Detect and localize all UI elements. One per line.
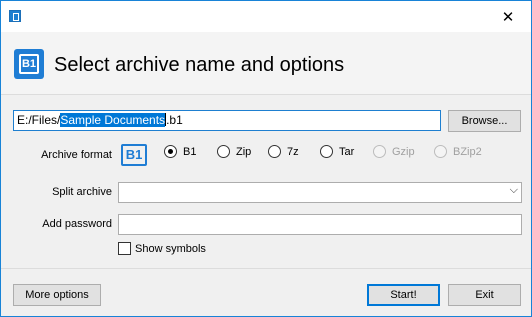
archive-path-input[interactable]: E:/Files/Sample Documents.b1 [13,110,441,131]
radio-dot [320,145,333,158]
start-button[interactable]: Start! [367,284,440,306]
close-button[interactable]: ✕ [485,1,531,32]
radio-label: Zip [236,145,252,158]
show-symbols-label: Show symbols [135,242,206,255]
radio-zip[interactable]: Zip [217,145,251,158]
radio-label: 7z [287,145,299,158]
path-selected-text: Sample Documents [60,113,166,127]
path-suffix: .b1 [166,113,183,127]
path-prefix: E:/Files/ [17,113,61,127]
radio-dot [217,145,230,158]
radio-dot [268,145,281,158]
archive-format-label: Archive format [41,149,112,161]
more-options-button[interactable]: More options [13,284,101,306]
exit-button[interactable]: Exit [448,284,521,306]
radio-7z[interactable]: 7z [268,145,299,158]
title-bar: ✕ [1,1,531,32]
b1-format-icon: B1 [120,143,148,167]
radio-label: BZip2 [453,145,482,158]
checkbox-box [118,242,131,255]
radio-label: Tar [339,145,355,158]
dialog-body: E:/Files/Sample Documents.b1 Browse... A… [1,96,531,268]
radio-gzip: Gzip [373,145,415,158]
b1-logo-text: B1 [19,54,39,74]
chevron-down-icon: ⌵ [509,184,518,196]
radio-bzip2: BZip2 [434,145,482,158]
dialog-header: B1 Select archive name and options [1,32,531,95]
radio-label: Gzip [392,145,415,158]
dialog-footer: More options Start! Exit [1,268,531,316]
radio-dot [164,145,177,158]
archive-dialog: ✕ B1 Select archive name and options E:/… [0,0,532,317]
b1-logo-icon: B1 [14,49,44,79]
add-password-label: Add password [42,218,112,230]
split-archive-label: Split archive [52,186,112,198]
b1-format-icon-text: B1 [121,144,147,166]
password-input[interactable] [118,214,522,235]
dialog-title: Select archive name and options [54,54,345,76]
radio-dot [373,145,386,158]
radio-label: B1 [183,145,197,158]
split-archive-select[interactable]: ⌵ [118,182,522,203]
app-icon [9,10,21,22]
browse-button[interactable]: Browse... [448,110,521,132]
show-symbols-checkbox[interactable]: Show symbols [118,242,206,255]
radio-b1[interactable]: B1 [164,145,196,158]
radio-tar[interactable]: Tar [320,145,354,158]
radio-dot [434,145,447,158]
